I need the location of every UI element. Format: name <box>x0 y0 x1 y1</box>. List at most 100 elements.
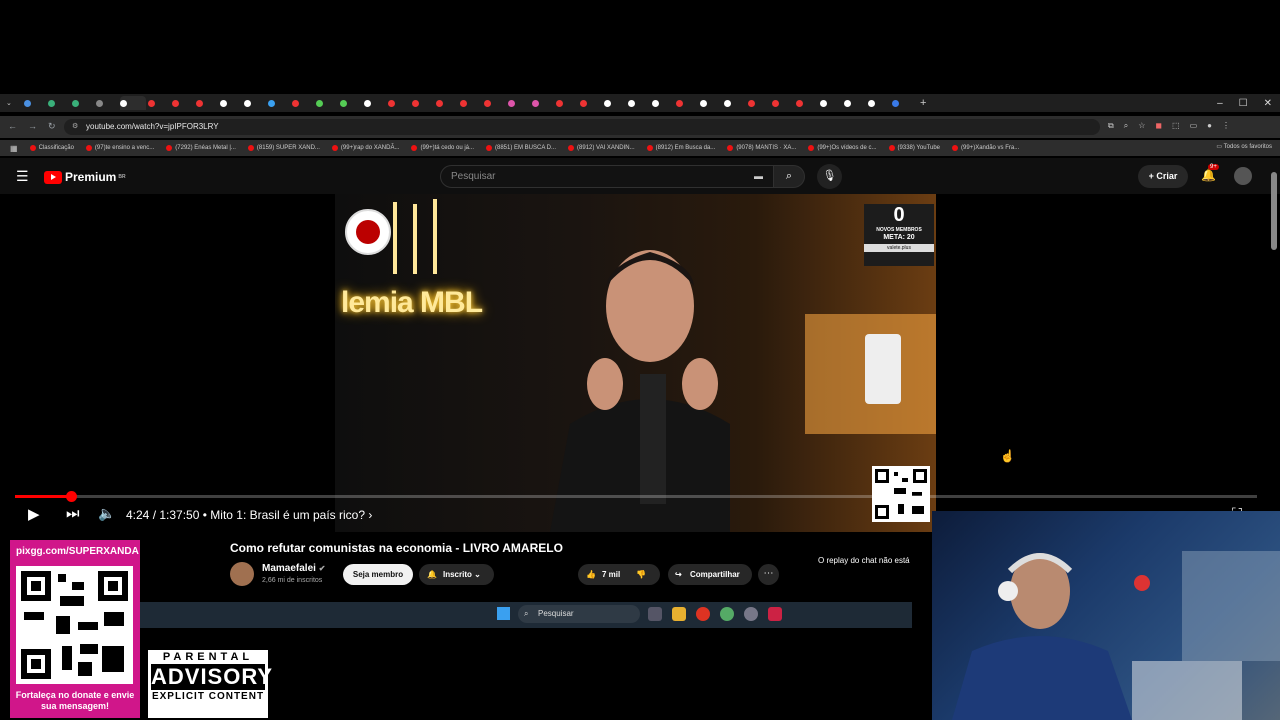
browser-tab[interactable] <box>652 96 674 110</box>
bookmark-item[interactable]: Classificação <box>29 145 74 151</box>
subscribed-button[interactable]: 🔔 Inscrito ⌄ <box>419 564 494 585</box>
reload-icon[interactable]: ↻ <box>48 121 56 132</box>
install-icon[interactable]: ⧉ <box>1108 121 1114 131</box>
voice-search-button[interactable]: 🎙 <box>817 164 842 189</box>
minimize-button[interactable]: – <box>1217 98 1223 109</box>
address-bar[interactable]: ⚙ youtube.com/watch?v=jpIPFOR3LRY <box>64 119 1100 135</box>
browser-tab[interactable] <box>48 96 70 110</box>
notifications-bell-icon[interactable]: 🔔 <box>1201 168 1216 182</box>
zoom-icon[interactable]: ⌕ <box>1124 121 1128 131</box>
file-explorer-icon[interactable] <box>672 607 686 621</box>
chapter-title[interactable]: • Mito 1: Brasil é um país rico? › <box>203 508 373 522</box>
browser-tab[interactable] <box>580 96 602 110</box>
taskbar-search[interactable]: ⌕ Pesquisar <box>518 605 640 623</box>
browser-tab[interactable] <box>556 96 578 110</box>
browser-tab[interactable] <box>604 96 626 110</box>
active-app-icon[interactable] <box>768 607 782 621</box>
bookmark-item[interactable]: (99+)rap do XANDÃ... <box>331 145 399 151</box>
browser-tab[interactable] <box>364 96 386 110</box>
chrome-icon[interactable] <box>696 607 710 621</box>
browser-tab[interactable] <box>172 96 194 110</box>
page-scrollbar[interactable] <box>1271 172 1277 250</box>
keyboard-icon[interactable]: ▬ <box>754 166 763 187</box>
browser-tab[interactable] <box>484 96 506 110</box>
forward-arrow-icon[interactable]: → <box>28 121 37 131</box>
channel-avatar[interactable] <box>230 562 254 586</box>
bookmark-item[interactable]: (97)te ensino a venc... <box>85 145 154 151</box>
bookmark-item[interactable]: (8912) Em Busca da... <box>646 145 715 151</box>
bookmark-item[interactable]: (7292) Enéas Metal |... <box>166 145 236 151</box>
back-arrow-icon[interactable]: ← <box>8 121 17 131</box>
apps-grid-icon[interactable]: ▦ <box>10 144 18 153</box>
search-input[interactable]: Pesquisar ▬ <box>440 165 774 188</box>
browser-tab[interactable] <box>340 96 362 110</box>
join-member-button[interactable]: Seja membro <box>343 564 413 585</box>
app-icon[interactable] <box>720 607 734 621</box>
tab-search-icon[interactable]: ⌄ <box>6 99 16 107</box>
browser-tab[interactable] <box>24 96 46 110</box>
task-view-icon[interactable] <box>648 607 662 621</box>
browser-tab[interactable] <box>268 96 290 110</box>
windows-start-icon[interactable] <box>497 607 510 620</box>
browser-tab[interactable] <box>196 96 218 110</box>
progress-scrubber[interactable] <box>65 491 77 502</box>
sidebar-icon[interactable]: ▭ <box>1190 121 1198 131</box>
browser-tab[interactable] <box>628 96 650 110</box>
all-bookmarks[interactable]: ▭ Todos os favoritos <box>1216 143 1272 150</box>
bookmark-item[interactable]: (8851) EM BUSCA D... <box>486 145 556 151</box>
browser-tab[interactable] <box>844 96 866 110</box>
bookmark-item[interactable]: (99+)Xandão vs Fra... <box>952 145 1019 151</box>
search-button[interactable]: ⌕ <box>773 165 805 188</box>
share-button[interactable]: ↪ Compartilhar <box>668 564 752 585</box>
extension-icon[interactable]: ◼ <box>1155 121 1162 131</box>
browser-tab[interactable] <box>820 96 842 110</box>
bookmark-item[interactable]: (9078) MANTIS · XA... <box>727 145 796 151</box>
browser-tab[interactable] <box>72 96 94 110</box>
browser-tab[interactable] <box>748 96 770 110</box>
hamburger-menu-icon[interactable]: ☰ <box>16 168 29 185</box>
next-video-icon[interactable]: ⏭ <box>66 505 80 522</box>
site-info-icon[interactable]: ⚙ <box>72 119 78 135</box>
thumbs-down-icon[interactable]: 👎 <box>636 564 646 585</box>
browser-tab[interactable] <box>868 96 890 110</box>
youtube-premium-logo[interactable]: Premium BR <box>44 170 126 184</box>
bookmark-item[interactable]: (99+)Os vídeos de c... <box>808 145 877 151</box>
browser-tab[interactable] <box>700 96 722 110</box>
bookmark-item[interactable]: (8159) SUPER XAND... <box>247 145 320 151</box>
more-actions-button[interactable]: ⋯ <box>758 564 779 585</box>
video-player[interactable]: lemia MBL 0 NOVOS MEMBROS META: 20 valet… <box>335 194 936 532</box>
browser-tab[interactable] <box>412 96 434 110</box>
progress-bar[interactable] <box>15 495 1257 498</box>
browser-tab[interactable] <box>892 96 914 110</box>
maximize-button[interactable]: ☐ <box>1239 98 1248 109</box>
browser-tab[interactable] <box>532 96 554 110</box>
extensions-puzzle-icon[interactable]: ⬚ <box>1172 121 1180 131</box>
browser-tab[interactable] <box>676 96 698 110</box>
settings-icon[interactable] <box>744 607 758 621</box>
browser-tab[interactable] <box>508 96 530 110</box>
bookmark-item[interactable]: (99+)tá cedo ou já... <box>411 145 474 151</box>
bookmark-item[interactable]: (9338) YouTube <box>888 145 940 151</box>
browser-tab[interactable] <box>316 96 338 110</box>
browser-tab[interactable] <box>244 96 266 110</box>
browser-tab[interactable] <box>120 96 146 110</box>
browser-tab[interactable] <box>388 96 410 110</box>
volume-icon[interactable]: 🔈 <box>98 505 115 522</box>
browser-tab[interactable] <box>148 96 170 110</box>
play-icon[interactable]: ▶ <box>28 505 40 523</box>
channel-name[interactable]: Mamaefalei ✔ <box>262 563 325 574</box>
profile-avatar-icon[interactable]: ● <box>1207 121 1212 131</box>
bookmark-star-icon[interactable]: ☆ <box>1138 121 1145 131</box>
close-window-button[interactable]: ✕ <box>1264 98 1272 109</box>
browser-tab[interactable] <box>772 96 794 110</box>
like-button[interactable]: 👍 7 mil 👎 <box>578 564 660 585</box>
browser-tab[interactable] <box>96 96 118 110</box>
browser-tab[interactable] <box>220 96 242 110</box>
browser-tab[interactable] <box>460 96 482 110</box>
browser-tab[interactable] <box>724 96 746 110</box>
account-avatar[interactable] <box>1234 167 1252 185</box>
menu-dots-icon[interactable]: ⋮ <box>1222 121 1230 131</box>
create-button[interactable]: + Criar <box>1138 165 1188 188</box>
browser-tab[interactable] <box>436 96 458 110</box>
new-tab-button[interactable]: + <box>920 97 926 109</box>
